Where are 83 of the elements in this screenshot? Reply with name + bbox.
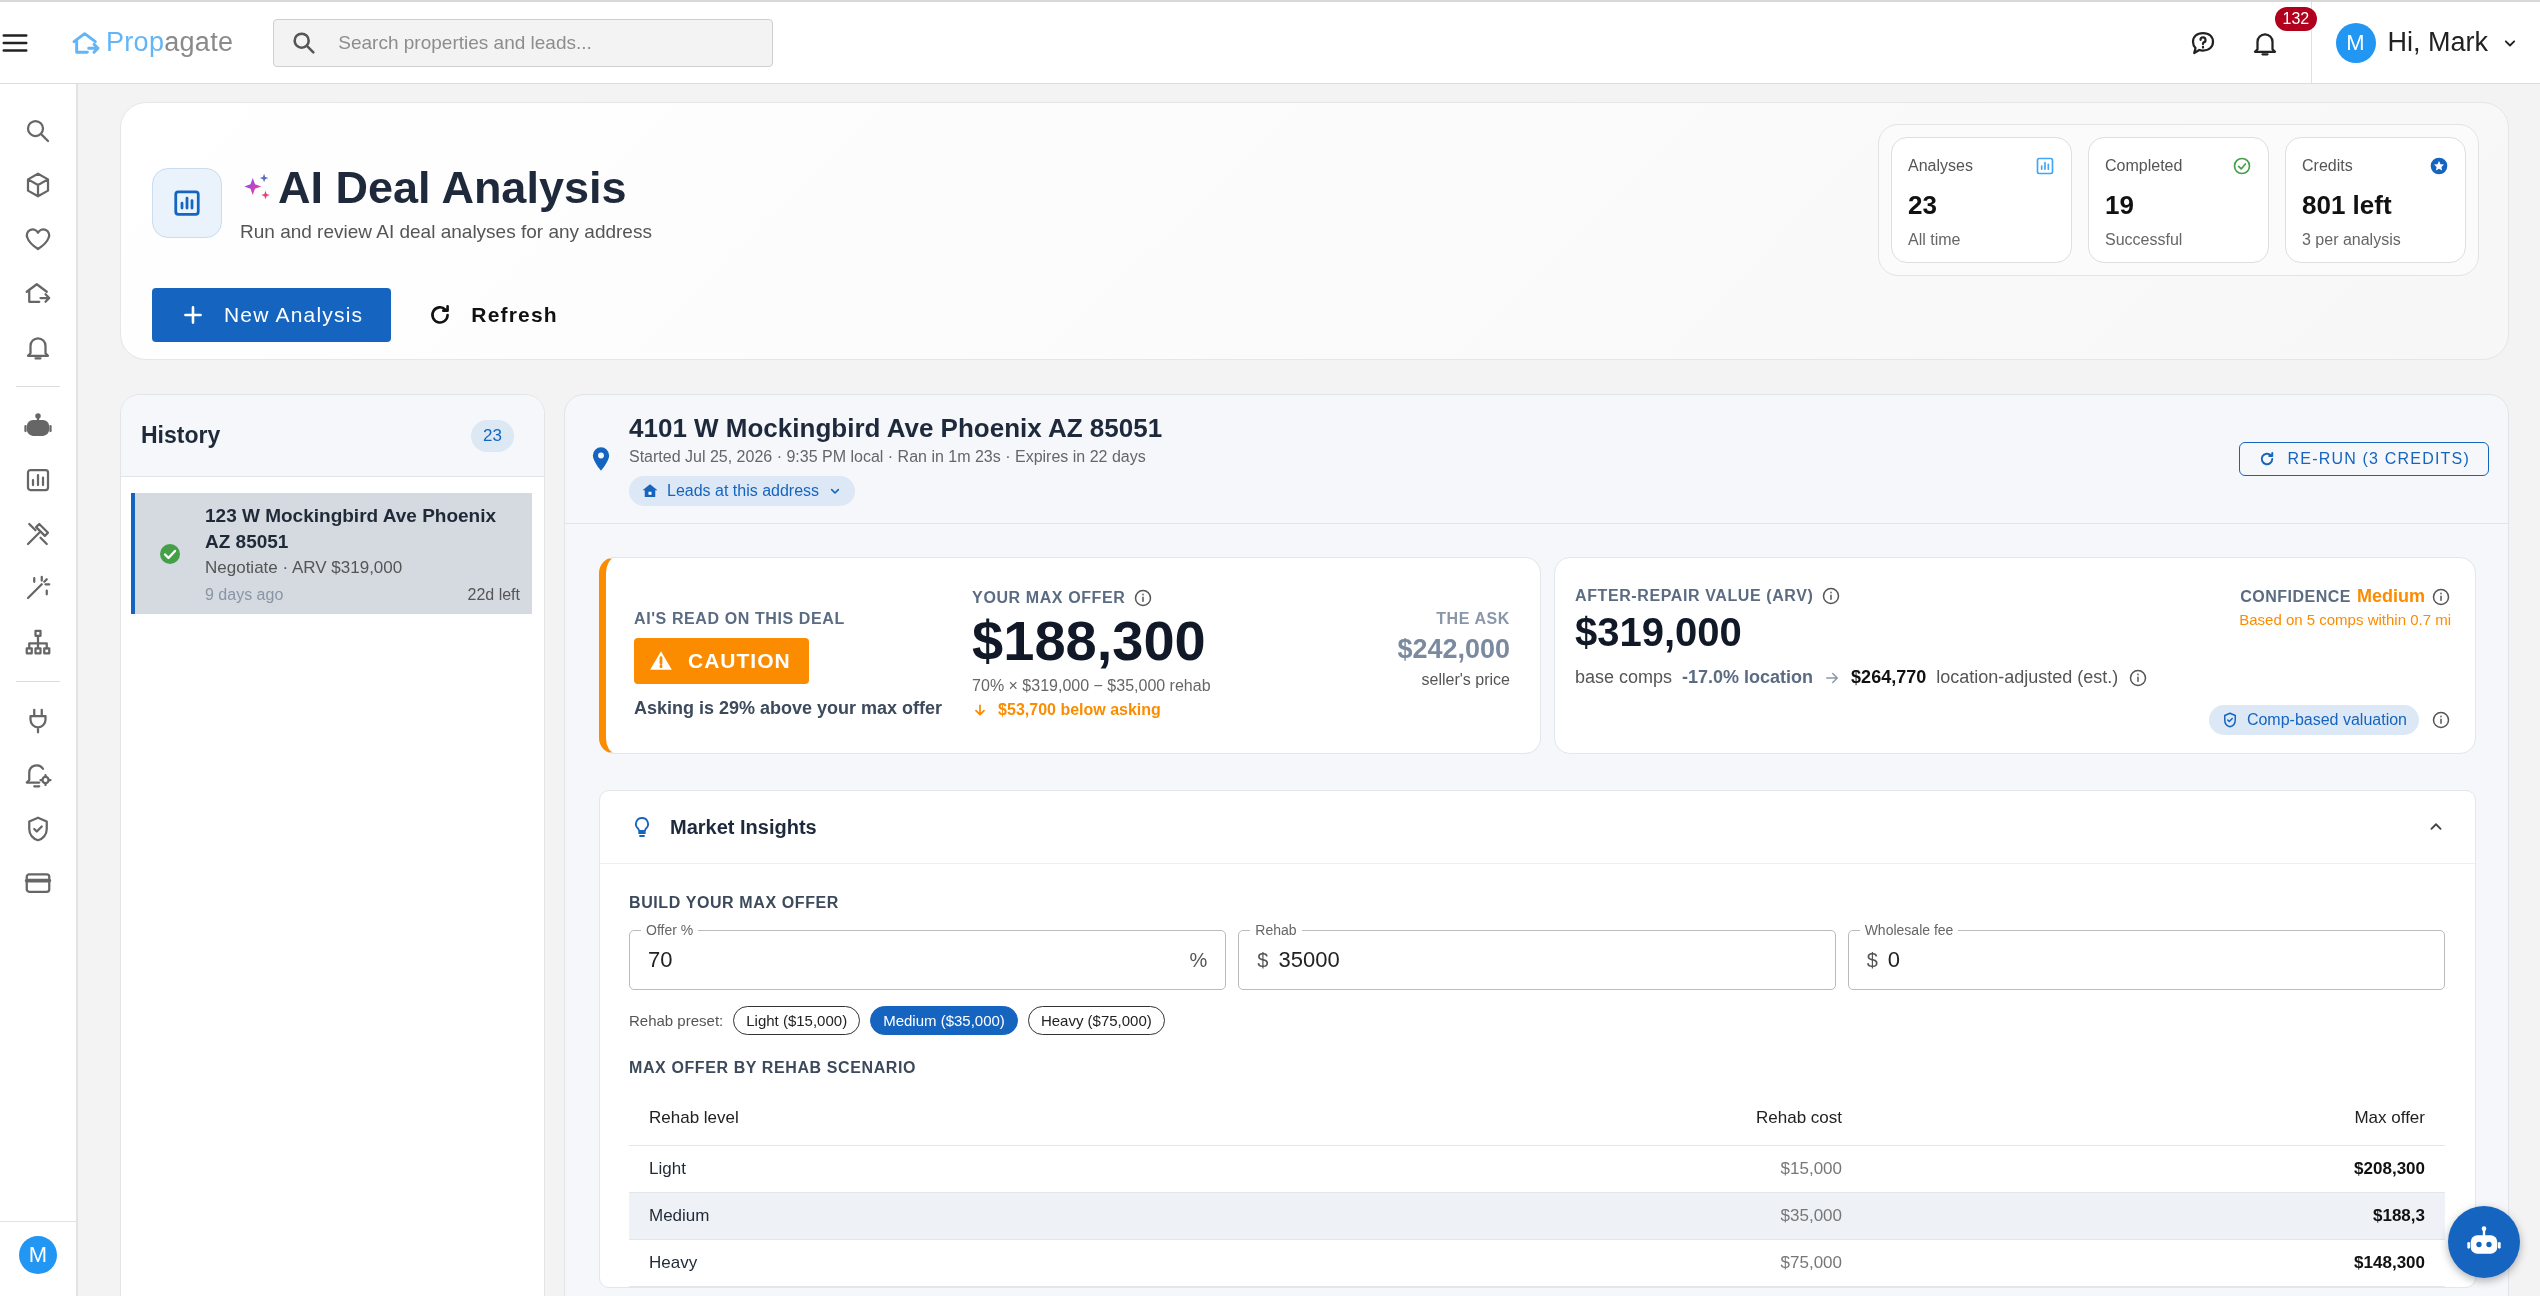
field-input[interactable]: 70 (648, 947, 1180, 973)
rerun-button[interactable]: RE-RUN (3 CREDITS) (2238, 442, 2489, 476)
info-icon[interactable] (1133, 588, 1154, 608)
column-header: Max offer (2353, 1108, 2425, 1128)
table-cell: Heavy (649, 1253, 698, 1272)
history-age: 9 days ago (205, 586, 284, 605)
location-adjustment: -17.0% location (1682, 667, 1814, 688)
max-offer-value: $188,300 (972, 612, 1207, 671)
section-label: BUILD YOUR MAX OFFER (629, 894, 840, 912)
user-greeting[interactable]: Hi, Mark (2387, 27, 2488, 58)
check-circle-icon (2232, 156, 2252, 176)
page-subtitle: Run and review AI deal analyses for any address (240, 220, 652, 243)
stat-caption: Successful (2105, 231, 2184, 249)
preset-label: Rehab preset: (629, 1012, 724, 1029)
refresh-button[interactable]: Refresh (421, 287, 564, 342)
stat-value: 23 (1908, 190, 1938, 221)
currency-symbol: $ (1257, 948, 1269, 972)
stat-label: Credits (2302, 157, 2353, 175)
asking-price: $242,000 (1397, 634, 1510, 665)
table-cell: $188,3 (2373, 1206, 2425, 1225)
section-label: THE ASK (1436, 610, 1510, 628)
table-cell: $208,300 (2354, 1159, 2425, 1178)
table-cell: Light (649, 1159, 686, 1178)
percent-sign: % (1189, 948, 1208, 972)
sitemap-icon[interactable] (23, 627, 53, 657)
preset-chip[interactable]: Heavy ($75,000) (1027, 1006, 1165, 1035)
stat-label: Analyses (1908, 157, 1973, 175)
page-title: AI Deal Analysis (278, 163, 627, 213)
section-label: AI'S READ ON THIS DEAL (634, 610, 846, 628)
stat-caption: All time (1908, 231, 1962, 249)
offer-formula: 70% × $319,000 − $35,000 rehab (972, 676, 1211, 695)
info-icon[interactable] (2128, 667, 2149, 688)
arv-value: $319,000 (1575, 610, 1743, 655)
confidence-label: CONFIDENCE (2240, 587, 2351, 606)
valuation-badge: Comp-based valuation (2208, 705, 2419, 735)
history-summary: Negotiate · ARV $319,000 (205, 558, 404, 579)
info-icon[interactable] (1821, 586, 1842, 606)
table-cell: $148,300 (2354, 1253, 2425, 1272)
below-asking-text: $53,700 below asking (998, 700, 1161, 719)
field-input[interactable]: 0 (1887, 947, 2426, 973)
new-analysis-button[interactable]: New Analysis (152, 287, 392, 342)
property-address: 4101 W Mockingbird Ave Phoenix AZ 85051 (629, 413, 1164, 444)
count-badge: 23 (471, 419, 514, 452)
asking-caption: seller's price (1420, 671, 1510, 689)
section-label: MAX OFFER BY REHAB SCENARIO (629, 1059, 918, 1077)
stat-value: 19 (2105, 190, 2135, 221)
history-title: 123 W Mockingbird Ave Phoenix AZ 85051 (205, 504, 498, 554)
leads-dropdown[interactable]: Leads at this address (629, 476, 856, 506)
verdict-note: Asking is 29% above your max offer (634, 698, 943, 719)
info-icon[interactable] (2431, 710, 2451, 730)
house-icon (641, 482, 659, 500)
field-input[interactable]: 35000 (1278, 947, 1817, 973)
history-item[interactable]: 123 W Mockingbird Ave Phoenix AZ 85051 Negotiate · ARV $319,000 9 days ago 22d left (131, 493, 532, 615)
adjusted-label: location-adjusted (est.) (1936, 667, 2119, 688)
search-input[interactable]: Search properties and leads... (336, 30, 757, 55)
table-cell: $15,000 (1780, 1159, 1842, 1178)
adjusted-value: $264,770 (1851, 667, 1927, 688)
section-label: AFTER-REPAIR VALUE (ARV) (1575, 587, 1814, 605)
confidence-level: Medium (2357, 586, 2425, 607)
currency-symbol: $ (1866, 948, 1878, 972)
comps-label: base comps (1575, 667, 1673, 688)
verdict-badge: CAUTION (634, 638, 809, 684)
stat-value: 801 left (2302, 190, 2393, 221)
history-remaining: 22d left (467, 586, 520, 605)
confidence-note: Based on 5 comps within 0.7 mi (2239, 611, 2451, 628)
preset-chip[interactable]: Light ($15,000) (733, 1006, 861, 1035)
info-icon[interactable] (2431, 586, 2451, 607)
notification-count: 132 (2274, 6, 2318, 31)
stat-caption: 3 per analysis (2302, 231, 2402, 249)
preset-chip[interactable]: Medium ($35,000) (870, 1006, 1018, 1035)
bar-chart-icon (172, 187, 202, 218)
search-field[interactable]: Search properties and leads... (273, 18, 774, 67)
table-cell: $35,000 (1780, 1206, 1842, 1225)
stat-label: Completed (2105, 157, 2183, 175)
table-cell: $75,000 (1780, 1253, 1842, 1272)
column-header: Rehab level (649, 1108, 740, 1128)
bar-chart-icon (2035, 156, 2055, 176)
section-title: Market Insights (670, 815, 818, 839)
section-label: YOUR MAX OFFER (972, 589, 1126, 607)
column-header: Rehab cost (1755, 1108, 1842, 1128)
table-cell: Medium (649, 1206, 710, 1225)
panel-title: History (141, 422, 221, 449)
analysis-meta: Started Jul 25, 2026 · 9:35 PM local · Ran in 1m 23s · Expires in 22 days (629, 448, 1147, 466)
